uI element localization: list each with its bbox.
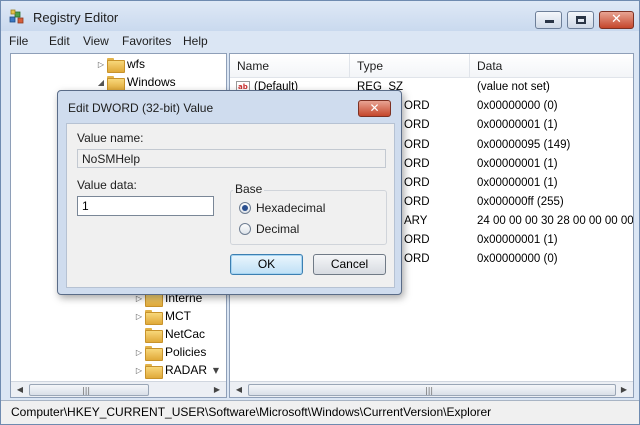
minimize-icon	[545, 20, 554, 23]
folder-icon	[107, 75, 125, 91]
value-data: 0x00000001 (1)	[477, 158, 558, 170]
value-name-label: Value name:	[77, 131, 144, 145]
tree-item-label: Windows	[127, 75, 176, 89]
collapse-icon[interactable]: ◢	[95, 78, 107, 87]
value-type: ARY	[404, 215, 428, 227]
column-header-name[interactable]: Name	[230, 54, 350, 78]
value-type: ORD	[404, 139, 430, 151]
folder-icon	[107, 57, 125, 73]
scroll-left-icon[interactable]: ◀	[233, 384, 245, 396]
close-icon: ✕	[611, 12, 622, 27]
edit-dword-dialog: Edit DWORD (32-bit) Value ✕ Value name: …	[57, 90, 402, 295]
value-type: ORD	[404, 234, 430, 246]
value-type: ORD	[404, 253, 430, 265]
dialog-close-button[interactable]: ✕	[358, 100, 391, 117]
value-data: 0x00000000 (0)	[477, 100, 558, 112]
tree-scroll-down-icon[interactable]: ▼	[210, 365, 222, 377]
tree-item-radar[interactable]: ▷ RADAR	[133, 361, 207, 379]
maximize-icon	[576, 16, 586, 24]
tree-item-label: RADAR	[165, 363, 208, 377]
status-bar: Computer\HKEY_CURRENT_USER\Software\Micr…	[1, 400, 639, 424]
value-data: 0x00000000 (0)	[477, 253, 558, 265]
value-type: ORD	[404, 119, 430, 131]
value-data: 0x00000001 (1)	[477, 177, 558, 189]
menu-view[interactable]: View	[83, 34, 109, 48]
decimal-radio[interactable]	[239, 223, 251, 235]
close-button[interactable]: ✕	[599, 11, 634, 29]
tree-item-label: MCT	[165, 309, 191, 323]
close-icon: ✕	[369, 101, 380, 115]
menu-bar: File Edit View Favorites Help	[1, 31, 639, 52]
cancel-button[interactable]: Cancel	[313, 254, 386, 275]
tree-item-netcache[interactable]: NetCac	[133, 325, 205, 343]
value-data: 0x00000095 (149)	[477, 139, 571, 151]
expand-icon[interactable]: ▷	[133, 366, 145, 375]
scroll-left-icon[interactable]: ◀	[14, 384, 26, 396]
value-data: 0x000000ff (255)	[477, 196, 564, 208]
column-header-type[interactable]: Type	[350, 54, 470, 78]
value-data: 0x00000001 (1)	[477, 119, 558, 131]
tree-item-label: wfs	[127, 57, 145, 71]
value-type: ORD	[404, 100, 430, 112]
scroll-thumb[interactable]: |||	[248, 384, 616, 396]
title-bar[interactable]: Registry Editor ✕	[1, 1, 639, 31]
value-type: ORD	[404, 196, 430, 208]
tree-item-policies[interactable]: ▷ Policies	[133, 343, 206, 361]
value-data-input[interactable]	[77, 196, 214, 216]
folder-icon	[145, 363, 163, 379]
scroll-thumb[interactable]: |||	[29, 384, 149, 396]
value-data: 24 00 00 00 30 28 00 00 00 00 0	[477, 215, 634, 227]
value-name-field: NoSMHelp	[77, 149, 386, 168]
registry-path: Computer\HKEY_CURRENT_USER\Software\Micr…	[11, 405, 492, 419]
registry-editor-icon	[9, 9, 24, 24]
menu-file[interactable]: File	[9, 34, 28, 48]
base-label: Base	[233, 182, 265, 196]
base-groupbox	[230, 190, 387, 245]
menu-help[interactable]: Help	[183, 34, 208, 48]
expand-icon[interactable]: ▷	[133, 312, 145, 321]
tree-item-mct[interactable]: ▷ MCT	[133, 307, 191, 325]
tree-item-label: Policies	[165, 345, 207, 359]
scroll-right-icon[interactable]: ▶	[211, 384, 223, 396]
value-type: ORD	[404, 177, 430, 189]
minimize-button[interactable]	[535, 11, 562, 29]
tree-item-windows[interactable]: ◢ Windows	[95, 73, 176, 91]
expand-icon[interactable]: ▷	[133, 348, 145, 357]
maximize-button[interactable]	[567, 11, 594, 29]
tree-item-label: NetCac	[165, 327, 206, 341]
tree-horizontal-scrollbar[interactable]: ◀ ||| ▶	[11, 381, 226, 397]
window-title: Registry Editor	[33, 10, 119, 25]
value-type: ORD	[404, 158, 430, 170]
dialog-title: Edit DWORD (32-bit) Value	[68, 101, 214, 115]
hexadecimal-label[interactable]: Hexadecimal	[256, 201, 325, 215]
dialog-body: Value name: NoSMHelp Value data: Base He…	[66, 123, 395, 288]
menu-edit[interactable]: Edit	[49, 34, 70, 48]
scroll-right-icon[interactable]: ▶	[618, 384, 630, 396]
hexadecimal-radio[interactable]	[239, 202, 251, 214]
tree-item-wfs[interactable]: ▷ wfs	[95, 55, 145, 73]
expand-icon[interactable]: ▷	[95, 60, 107, 69]
column-header-data[interactable]: Data	[470, 54, 633, 78]
list-horizontal-scrollbar[interactable]: ◀ ||| ▶	[230, 381, 633, 397]
menu-favorites[interactable]: Favorites	[122, 34, 171, 48]
decimal-label[interactable]: Decimal	[256, 222, 299, 236]
folder-icon	[145, 309, 163, 325]
value-data: 0x00000001 (1)	[477, 234, 558, 246]
folder-icon	[145, 345, 163, 361]
value-data: (value not set)	[477, 81, 550, 93]
folder-icon	[145, 327, 163, 343]
ok-button[interactable]: OK	[230, 254, 303, 275]
value-data-label: Value data:	[77, 178, 137, 192]
